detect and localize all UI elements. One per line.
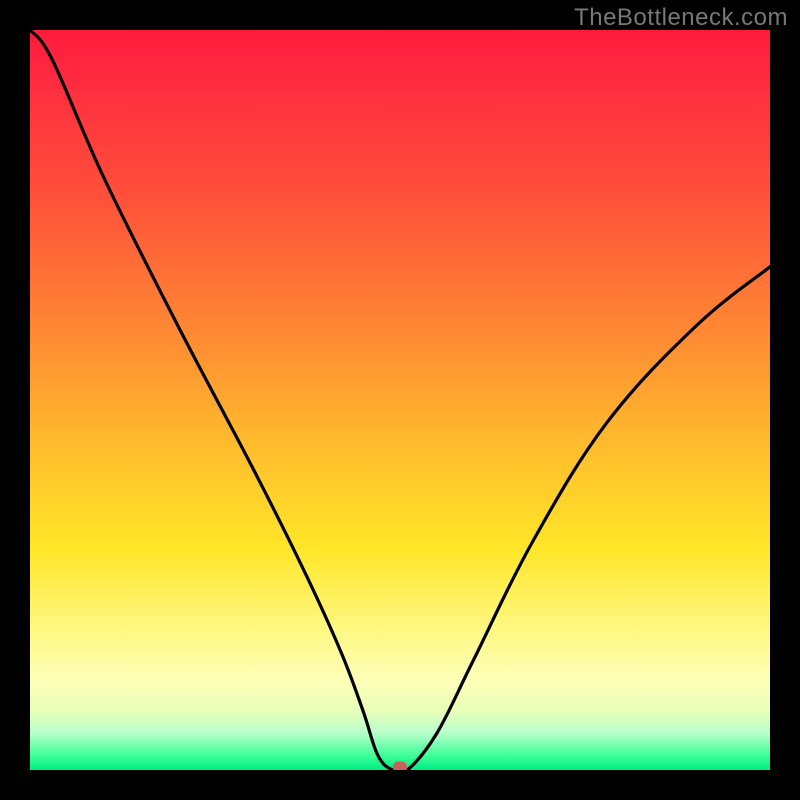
bottleneck-curve <box>30 30 770 770</box>
chart-container: TheBottleneck.com <box>0 0 800 800</box>
curve-svg <box>30 30 770 770</box>
minimum-marker <box>393 762 407 771</box>
watermark-text: TheBottleneck.com <box>574 4 788 32</box>
plot-area <box>30 30 770 770</box>
